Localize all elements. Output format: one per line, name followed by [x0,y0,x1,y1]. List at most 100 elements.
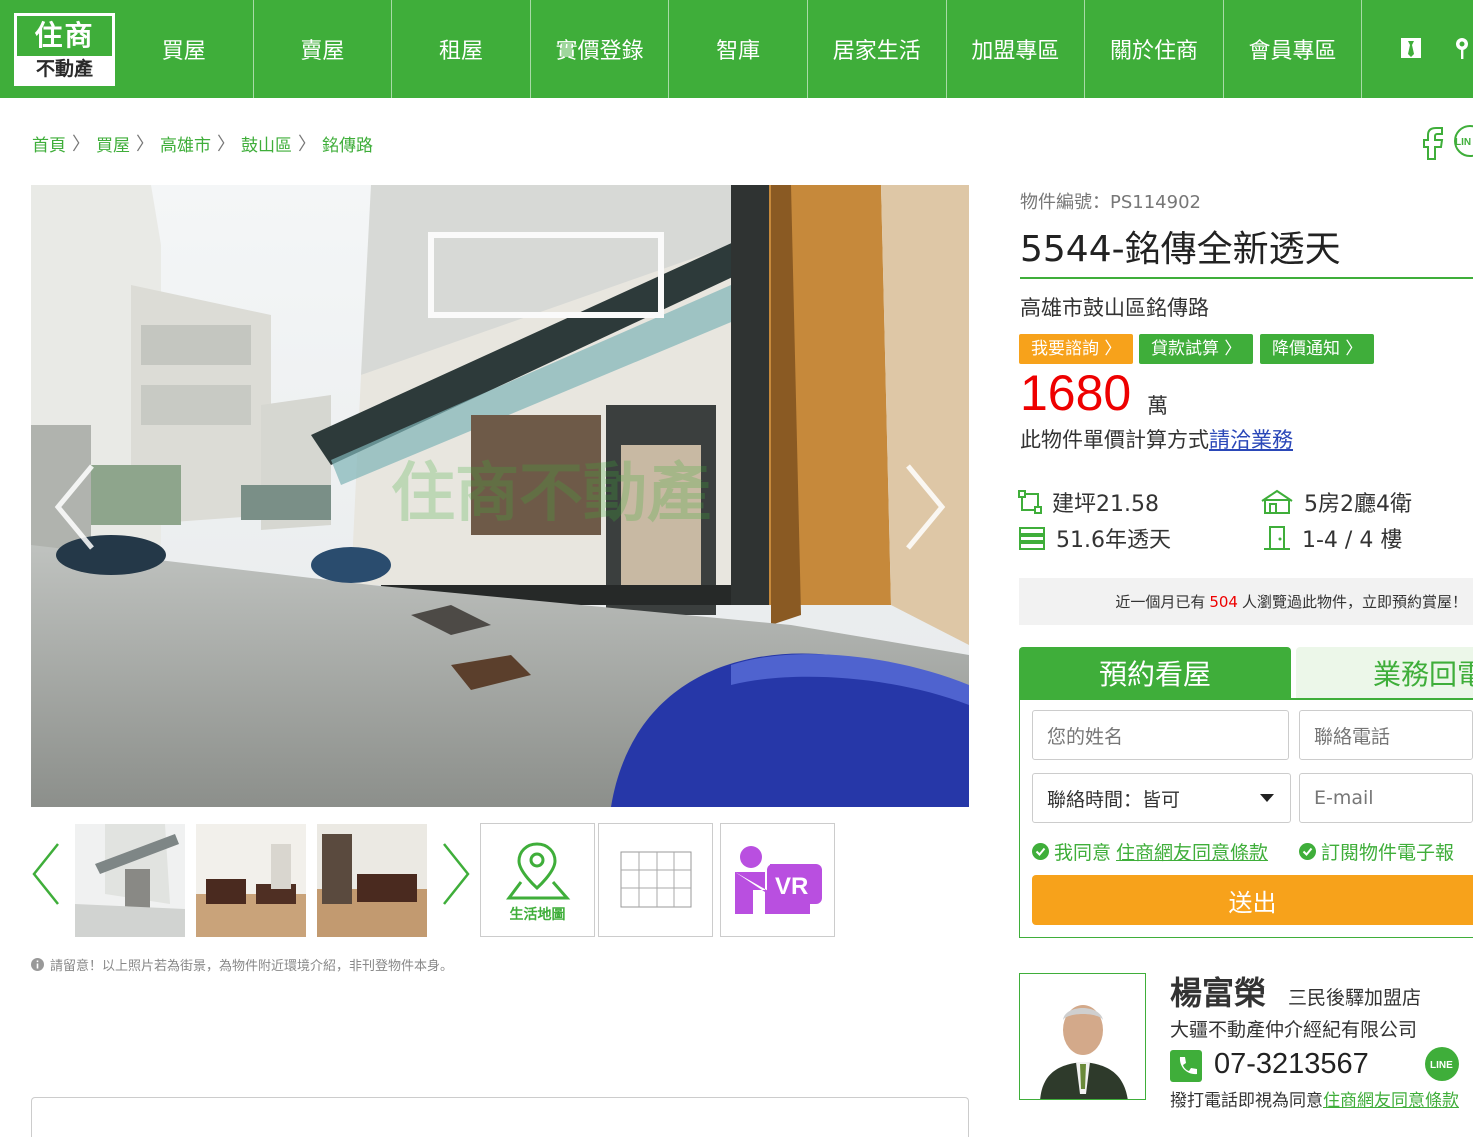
views-suffix: 人瀏覽過此物件，立即預約賞屋！ [1241,593,1467,611]
thumb-next-arrow-icon[interactable] [440,842,472,906]
email-input[interactable]: E-mail [1299,773,1473,823]
site-logo[interactable]: 住商 不動產 [14,13,115,86]
spec-area: 建坪21.58 [1018,486,1159,518]
spec-age: 51.6年透天 [1018,522,1171,554]
phone-input[interactable]: 聯絡電話 [1299,710,1473,760]
floorplan-tile[interactable] [598,823,713,937]
line-share-icon[interactable]: LIN [1450,124,1473,158]
main-nav: 買屋 賣屋 租屋 實價登錄 智庫 居家生活 加盟專區 關於住商 會員專區 [115,0,1363,98]
name-input[interactable]: 您的姓名 [1032,710,1289,760]
listing-address: 高雄市鼓山區銘傳路 [1020,296,1209,320]
views-count: 504 [1209,592,1238,611]
photo-notice: 請留意！以上照片若為街景，為物件附近環境介紹，非刊登物件本身。 [31,955,453,974]
contact-time-value: 聯絡時間：皆可 [1047,788,1181,811]
unit-note-text: 此物件單價計算方式 [1020,428,1209,452]
nav-member[interactable]: 會員專區 [1224,0,1363,98]
breadcrumb-road[interactable]: 銘傳路 [322,131,373,156]
tab-book-viewing[interactable]: 預約看屋 [1019,647,1291,698]
caret-down-icon [1260,794,1274,802]
breadcrumb-buy[interactable]: 買屋 [96,131,130,156]
nav-sell[interactable]: 賣屋 [254,0,393,98]
info-icon [31,958,44,971]
price-alert-label: 降價通知 [1272,339,1340,359]
thumbnail-livingroom-image [196,824,306,937]
breadcrumb: 首頁 〉 買屋 〉 高雄市 〉 鼓山區 〉 銘傳路 [32,130,373,156]
logo-line1: 住商 [17,16,112,56]
agent-avatar[interactable] [1019,973,1146,1100]
building-age-icon [1019,527,1045,550]
phone-icon [1170,1050,1202,1082]
agree-terms-link[interactable]: 住商網友同意條款 [1116,838,1268,865]
breadcrumb-district[interactable]: 鼓山區 [241,131,292,156]
agent-phone[interactable]: 07-3213567 [1214,1048,1369,1081]
breadcrumb-city[interactable]: 高雄市 [160,131,211,156]
vr-tile[interactable]: VR [720,823,835,937]
consult-button[interactable]: 我要諮詢 〉 [1019,334,1134,364]
nav-buy[interactable]: 買屋 [115,0,254,98]
line-badge-label: LINE [1430,1060,1453,1071]
check-circle-icon [1032,843,1049,860]
thumbnail-3[interactable] [317,824,427,937]
spec-layout-value: 5房2廳4衛 [1304,492,1412,517]
spec-age-value: 51.6年透天 [1056,528,1171,553]
subscribe-checkbox[interactable]: 訂閱物件電子報 [1299,838,1454,865]
tab-agent-callback[interactable]: 業務回電 [1296,647,1473,698]
floorplan-icon [620,851,692,908]
nav-knowledge[interactable]: 智庫 [669,0,808,98]
location-pin-icon[interactable] [1450,36,1473,60]
agent-terms-link[interactable]: 住商網友同意條款 [1323,1091,1459,1111]
agent-store: 三民後驛加盟店 [1288,987,1422,1009]
main-listing-photo[interactable]: 住商不動產 [31,185,969,807]
agent-note-prefix: 撥打電話即視為同意 [1170,1091,1323,1111]
contact-time-select[interactable]: 聯絡時間：皆可 [1032,773,1291,823]
chevron-right-icon: 〉 [136,134,154,155]
views-prefix: 近一個月已有 [1115,593,1206,611]
view-count-banner: 近一個月已有 504 人瀏覽過此物件，立即預約賞屋！ [1019,578,1473,625]
listing-price: 1680 [1020,365,1132,421]
floor-door-icon [1264,526,1290,550]
spec-area-value: 建坪21.58 [1052,492,1159,517]
nav-home-living[interactable]: 居家生活 [808,0,947,98]
thumbnail-street-image [75,824,185,937]
prev-photo-arrow-icon[interactable] [52,462,96,552]
listing-id: 物件編號：PS114902 [1020,192,1201,213]
top-navigation-bar: 住商 不動產 買屋 賣屋 租屋 實價登錄 智庫 居家生活 加盟專區 關於住商 會… [0,0,1473,98]
photo-watermark: 住商不動產 [391,457,711,531]
chevron-right-icon: 〉 [72,134,90,155]
chevron-right-icon: 〉 [217,134,235,155]
check-circle-icon [1299,843,1316,860]
house-layout-icon [1261,489,1293,514]
thumbnail-2[interactable] [196,824,306,937]
nav-franchise[interactable]: 加盟專區 [947,0,1086,98]
submit-button[interactable]: 送出 [1032,875,1473,925]
notice-text: 請留意！以上照片若為街景，為物件附近環境介紹，非刊登物件本身。 [50,959,454,974]
nav-rent[interactable]: 租屋 [392,0,531,98]
loan-calc-label: 貸款試算 [1151,339,1219,359]
next-photo-arrow-icon[interactable] [904,462,948,552]
nav-about[interactable]: 關於住商 [1085,0,1224,98]
tie-icon[interactable] [1399,36,1423,60]
spec-layout: 5房2廳4衛 [1260,486,1412,518]
agree-terms-checkbox[interactable]: 我同意 住商網友同意條款 [1032,838,1268,865]
chevron-right-icon: 〉 [298,134,316,155]
loan-calc-button[interactable]: 貸款試算 〉 [1139,334,1254,364]
facebook-icon[interactable] [1421,126,1445,160]
vr-icon: VR [735,846,822,914]
line-contact-icon[interactable]: LINE [1424,1046,1460,1082]
title-divider [1020,277,1473,279]
agent-name: 楊富榮 [1170,974,1267,1012]
breadcrumb-home[interactable]: 首頁 [32,131,66,156]
agent-call-note: 撥打電話即視為同意住商網友同意條款 [1170,1086,1459,1111]
agree-prefix: 我同意 [1054,842,1112,864]
detail-section-box [31,1097,969,1137]
svg-text:LIN: LIN [1455,137,1471,148]
thumbnail-1[interactable] [75,824,185,937]
spec-floor-value: 1-4 / 4 樓 [1302,528,1403,553]
life-map-tile[interactable]: 生活地圖 [480,823,595,937]
price-alert-button[interactable]: 降價通知 〉 [1260,334,1375,364]
nav-price-registry[interactable]: 實價登錄 [531,0,670,98]
life-map-label: 生活地圖 [509,907,566,923]
contact-agent-link[interactable]: 請洽業務 [1209,428,1293,452]
thumb-prev-arrow-icon[interactable] [30,842,62,906]
logo-line2: 不動產 [35,58,93,80]
